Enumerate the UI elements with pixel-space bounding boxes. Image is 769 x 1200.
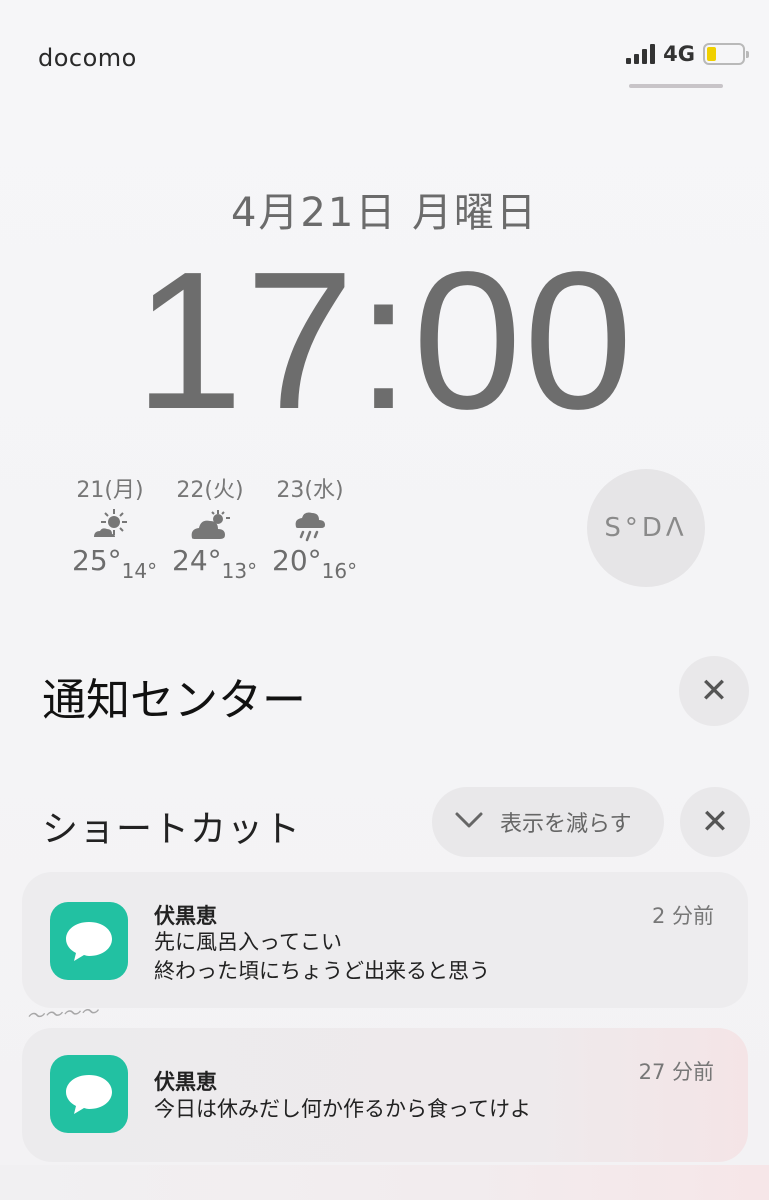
weather-day: 23(水) 20°16° [272, 472, 357, 583]
clear-all-button[interactable]: ✕ [679, 656, 749, 726]
notification-card[interactable]: 伏黒恵 27 分前 今日は休みだし何か作るから食ってけよ [22, 1028, 748, 1162]
message-line: 先に風呂入ってこい [154, 930, 342, 954]
close-icon: ✕ [700, 802, 730, 842]
notification-card[interactable]: 伏黒恵 2 分前 先に風呂入ってこい 終わった頃にちょうど出来ると思う [22, 872, 748, 1008]
carrier-label: docomo [38, 44, 137, 72]
notification-time: 2 分前 [651, 904, 714, 928]
weather-low: 13° [221, 559, 258, 583]
weather-day-label: 21(月) [76, 478, 144, 503]
weather-low: 16° [321, 559, 358, 583]
weather-high: 24° [172, 544, 222, 577]
battery-level [707, 47, 716, 61]
weather-day: 22(火) 24°13° [172, 472, 257, 583]
network-type: 4G [663, 42, 695, 66]
show-less-label: 表示を減らす [500, 812, 632, 837]
show-less-button[interactable]: 表示を減らす [432, 787, 664, 857]
status-indicators: 4G [626, 42, 749, 66]
soda-widget[interactable]: S°DΛ [587, 469, 705, 587]
message-bubble-icon [50, 1055, 128, 1133]
soda-logo: S°DΛ [604, 513, 688, 543]
clear-shortcut-button[interactable]: ✕ [680, 787, 750, 857]
weather-day-label: 22(火) [176, 478, 244, 503]
message-line: 終わった頃にちょうど出来ると思う [154, 959, 490, 983]
shortcut-section-title: ショートカット [42, 809, 302, 850]
weather-widget[interactable]: 21(月) 25°14° 22(火) 24°13° 23(水) 20°16° [72, 472, 357, 583]
notification-center-title: 通知センター [42, 675, 306, 726]
notification-time: 27 分前 [638, 1060, 714, 1084]
rain-cloud-icon [272, 504, 348, 544]
chevron-down-icon [454, 810, 484, 835]
message-line: 今日は休みだし何か作るから食ってけよ [154, 1097, 531, 1121]
sun-with-cloud-icon [72, 504, 148, 544]
cloud-with-sun-icon [172, 504, 248, 544]
close-icon: ✕ [699, 671, 729, 711]
message-bubble-icon [50, 902, 128, 980]
control-center-handle[interactable] [629, 84, 723, 88]
weather-high: 20° [272, 544, 322, 577]
weather-day: 21(月) 25°14° [72, 472, 157, 583]
signal-icon [626, 44, 656, 64]
notification-sender: 伏黒恵 [154, 1070, 217, 1094]
notification-message: 今日は休みだし何か作るから食ってけよ [154, 1095, 531, 1124]
weather-high: 25° [72, 544, 122, 577]
weather-low: 14° [121, 559, 158, 583]
battery-icon [703, 43, 749, 65]
lock-clock: 17:00 [134, 231, 635, 450]
notification-sender: 伏黒恵 [154, 904, 217, 928]
notification-message: 先に風呂入ってこい 終わった頃にちょうど出来ると思う [154, 928, 490, 986]
next-notification-peek [0, 1165, 769, 1200]
weather-day-label: 23(水) [276, 478, 344, 503]
